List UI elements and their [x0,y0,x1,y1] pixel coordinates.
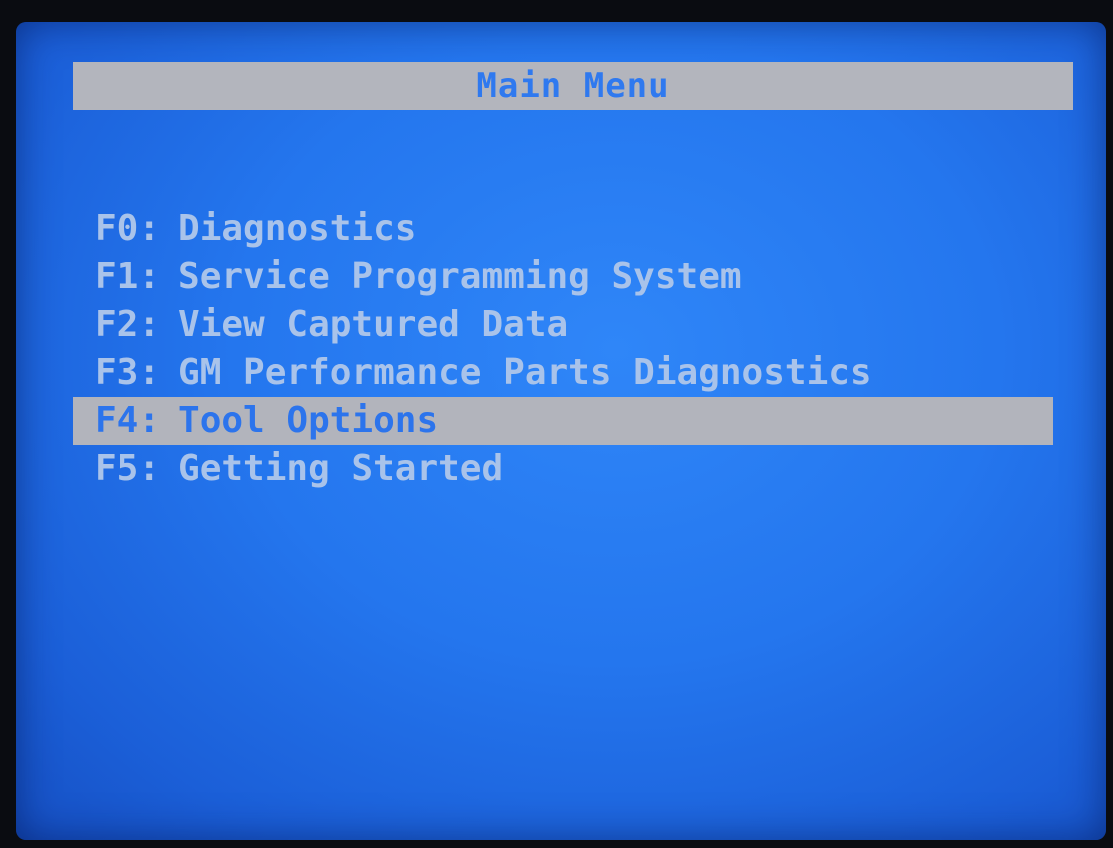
menu-item-getting-started[interactable]: F5: Getting Started [73,445,1073,493]
menu-item-key: F4: [95,400,161,441]
menu-item-tool-options[interactable]: F4: Tool Options [73,397,1053,445]
lcd-screen: Main Menu F0: Diagnostics F1: Service Prog… [16,22,1106,840]
menu-item-view-captured-data[interactable]: F2: View Captured Data [73,301,1073,349]
main-menu: F0: Diagnostics F1: Service Programming Sy… [73,205,1073,493]
menu-item-key: F0: [95,208,161,249]
menu-item-diagnostics[interactable]: F0: Diagnostics [73,205,1073,253]
page-title: Main Menu [476,66,670,106]
menu-item-key: F5: [95,448,161,489]
menu-item-key: F2: [95,304,161,345]
menu-item-label: View Captured Data [178,304,569,345]
device-bezel: Main Menu F0: Diagnostics F1: Service Prog… [0,0,1113,848]
menu-item-key: F3: [95,352,161,393]
menu-item-label: Service Programming System [178,256,742,297]
title-bar: Main Menu [73,62,1073,110]
menu-item-gm-performance-parts-diagnostics[interactable]: F3: GM Performance Parts Diagnostics [73,349,1073,397]
menu-item-label: GM Performance Parts Diagnostics [178,352,872,393]
menu-item-label: Tool Options [178,400,439,441]
menu-item-label: Diagnostics [178,208,417,249]
menu-item-key: F1: [95,256,161,297]
menu-item-service-programming-system[interactable]: F1: Service Programming System [73,253,1073,301]
menu-item-label: Getting Started [178,448,504,489]
